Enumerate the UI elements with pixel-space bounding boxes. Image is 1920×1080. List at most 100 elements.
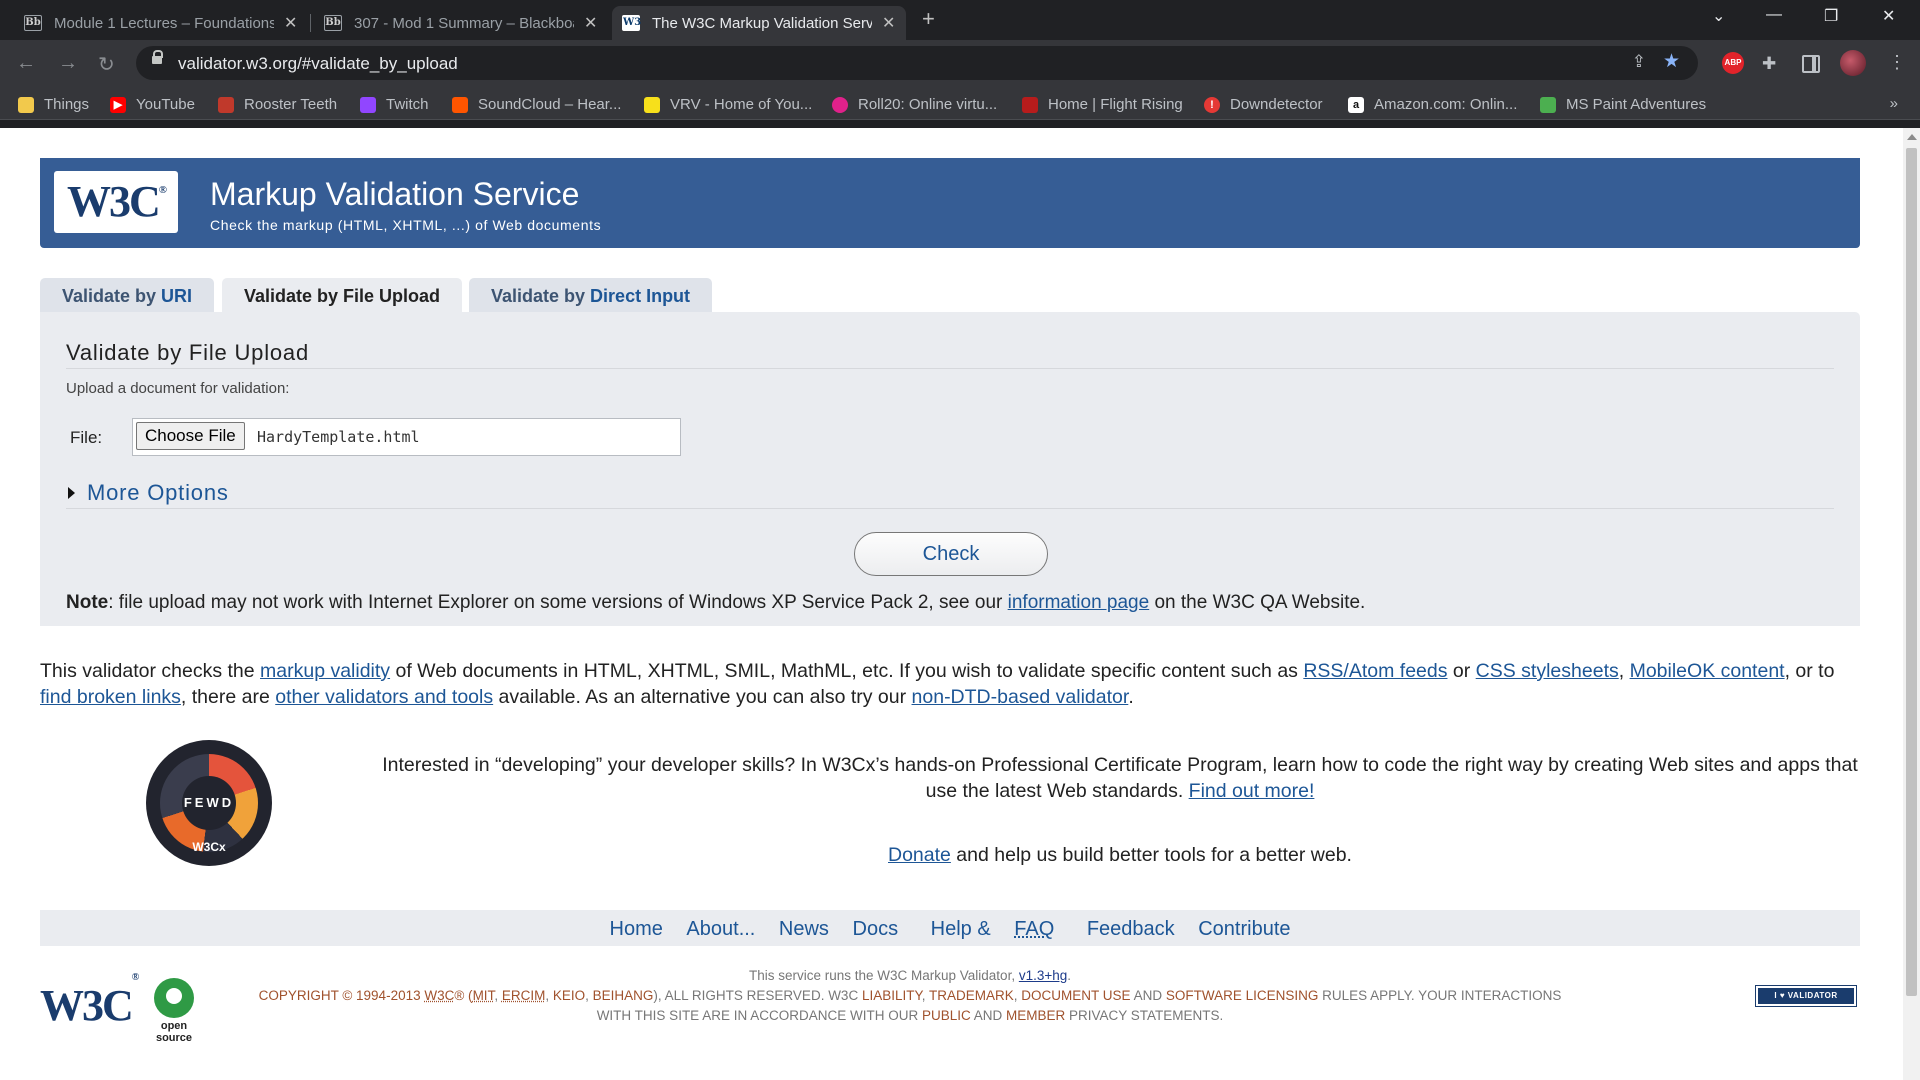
i-love-validator-badge[interactable]: I ♥ VALIDATOR	[1755, 985, 1857, 1007]
mobileok-content-link[interactable]: MobileOK content	[1630, 660, 1785, 682]
footer-link-about[interactable]: About...	[686, 918, 755, 940]
w3cx-promo: FEWD W3Cx Interested in “developing” you…	[40, 740, 1860, 890]
bookmark-ms-paint-adventures[interactable]: MS Paint Adventures	[1540, 96, 1706, 113]
close-window-icon[interactable]: ✕	[1882, 6, 1895, 26]
restore-icon[interactable]: ❐	[1824, 6, 1838, 26]
ercim-link[interactable]: ERCIM	[502, 988, 546, 1003]
beihang-link[interactable]: BEIHANG	[593, 988, 654, 1003]
find-broken-links-link[interactable]: find broken links	[40, 686, 181, 708]
tab-search-icon[interactable]: ⌄	[1712, 6, 1725, 26]
footer-link-docs[interactable]: Docs	[853, 918, 899, 940]
browser-tab-w3c-validator[interactable]: W3 The W3C Markup Validation Service ✕	[612, 6, 906, 40]
page-footer: W3C® open source This service runs the W…	[40, 966, 1860, 1046]
choose-file-button[interactable]: Choose File	[136, 422, 245, 450]
lock-icon[interactable]	[152, 50, 163, 67]
markup-validity-link[interactable]: markup validity	[260, 660, 390, 682]
fewd-badge-icon[interactable]: FEWD W3Cx	[146, 740, 272, 866]
osi-keyhole-icon	[154, 978, 194, 1018]
page-scrollbar[interactable]	[1903, 128, 1920, 1080]
mit-link[interactable]: MIT	[473, 988, 495, 1003]
divider	[66, 368, 1834, 369]
bookmark-things[interactable]: Things	[18, 96, 89, 113]
blackboard-favicon-icon: Bb	[24, 15, 42, 31]
other-validators-link[interactable]: other validators and tools	[275, 686, 493, 708]
tab-validate-by-uri[interactable]: Validate by URI	[40, 278, 215, 312]
software-licensing-link[interactable]: SOFTWARE LICENSING	[1166, 988, 1319, 1003]
share-icon[interactable]: ⇪	[1632, 52, 1646, 72]
footer-text: This service runs the W3C Markup Validat…	[258, 968, 1562, 1023]
tab-title: The W3C Markup Validation Service	[652, 14, 872, 32]
bookmarks-overflow-icon[interactable]: »	[1890, 95, 1898, 112]
check-button[interactable]: Check	[854, 532, 1048, 576]
file-input[interactable]: Choose File HardyTemplate.html	[132, 418, 681, 456]
address-url[interactable]: validator.w3.org/#validate_by_upload	[178, 54, 458, 74]
scrollbar-thumb[interactable]	[1906, 148, 1917, 996]
extensions-puzzle-icon[interactable]: ✚	[1762, 54, 1776, 74]
browser-toolbar: ← → ↻ validator.w3.org/#validate_by_uplo…	[0, 40, 1920, 88]
browser-tab-module1[interactable]: Bb Module 1 Lectures – Foundations ✕	[14, 6, 307, 40]
browser-tabstrip: Bb Module 1 Lectures – Foundations ✕ Bb …	[0, 0, 1920, 40]
browser-menu-icon[interactable]: ⋮	[1888, 52, 1906, 73]
footer-link-feedback[interactable]: Feedback	[1087, 918, 1175, 940]
address-bar[interactable]: validator.w3.org/#validate_by_upload ⇪ ★	[136, 46, 1698, 80]
liability-link[interactable]: LIABILITY	[862, 988, 922, 1003]
donate-link[interactable]: Donate	[888, 844, 951, 866]
file-label: File:	[70, 428, 103, 447]
open-source-logo[interactable]: open source	[144, 978, 204, 1044]
bookmark-flight-rising[interactable]: Home | Flight Rising	[1022, 96, 1183, 113]
mspa-icon	[1540, 96, 1556, 113]
back-icon[interactable]: ←	[16, 52, 36, 75]
w3c-abbr: W3C	[424, 988, 455, 1003]
bookmark-star-icon[interactable]: ★	[1663, 50, 1680, 73]
find-out-more-link[interactable]: Find out more!	[1189, 780, 1315, 802]
css-stylesheets-link[interactable]: CSS stylesheets	[1476, 660, 1619, 682]
divider	[66, 508, 1834, 509]
bookmark-twitch[interactable]: Twitch	[360, 96, 429, 113]
file-upload-panel: Validate by File Upload Upload a documen…	[40, 312, 1860, 626]
tab-title: 307 - Mod 1 Summary – Blackboard	[354, 14, 574, 32]
browser-tab-mod1-summary[interactable]: Bb 307 - Mod 1 Summary – Blackboard ✕	[314, 6, 607, 40]
tab-validate-by-file-upload[interactable]: Validate by File Upload	[222, 278, 463, 312]
profile-avatar[interactable]	[1840, 50, 1866, 76]
donate-line: Donate and help us build better tools fo…	[888, 844, 1352, 866]
rss-atom-feeds-link[interactable]: RSS/Atom feeds	[1303, 660, 1447, 682]
youtube-icon: ▶	[110, 96, 126, 113]
non-dtd-validator-link[interactable]: non-DTD-based validator	[912, 686, 1129, 708]
validator-version-link[interactable]: v1.3+hg	[1019, 968, 1067, 983]
minimize-icon[interactable]: —	[1766, 6, 1782, 24]
bookmark-downdetector[interactable]: ! Downdetector	[1204, 96, 1323, 113]
twitch-icon	[360, 96, 376, 113]
reload-icon[interactable]: ↻	[98, 52, 115, 77]
information-page-link[interactable]: information page	[1008, 592, 1150, 613]
bookmark-amazon[interactable]: a Amazon.com: Onlin...	[1348, 96, 1517, 113]
footer-link-news[interactable]: News	[779, 918, 829, 940]
more-options-toggle[interactable]: More Options	[68, 480, 229, 506]
forward-icon[interactable]: →	[58, 52, 78, 75]
adblock-plus-icon[interactable]: ABP	[1722, 52, 1744, 74]
document-use-link[interactable]: DOCUMENT USE	[1021, 988, 1130, 1003]
w3c-logo[interactable]: W3C®	[54, 171, 178, 233]
bookmark-rooster-teeth[interactable]: Rooster Teeth	[218, 96, 337, 113]
tab-validate-by-direct-input[interactable]: Validate by Direct Input	[469, 278, 713, 312]
close-tab-icon[interactable]: ✕	[584, 13, 597, 33]
scroll-up-icon[interactable]	[1907, 134, 1917, 140]
upload-hint: Upload a document for validation:	[66, 380, 290, 397]
bookmark-soundcloud[interactable]: SoundCloud – Hear...	[452, 96, 621, 113]
bookmark-youtube[interactable]: ▶ YouTube	[110, 96, 195, 113]
public-privacy-link[interactable]: PUBLIC	[922, 1008, 971, 1023]
new-tab-icon[interactable]: +	[922, 6, 935, 32]
page-viewport: W3C® Markup Validation Service Check the…	[0, 128, 1920, 1080]
trademark-link[interactable]: TRADEMARK	[929, 988, 1014, 1003]
side-panel-icon[interactable]	[1802, 55, 1820, 73]
bookmark-vrv[interactable]: VRV - Home of You...	[644, 96, 812, 113]
footer-link-contribute[interactable]: Contribute	[1198, 918, 1290, 940]
footer-w3c-logo[interactable]: W3C®	[40, 972, 139, 1031]
footer-link-home[interactable]: Home	[610, 918, 663, 940]
footer-link-help-faq[interactable]: Help & FAQ	[922, 918, 1064, 940]
member-privacy-link[interactable]: MEMBER	[1006, 1008, 1065, 1023]
keio-link[interactable]: KEIO	[553, 988, 585, 1003]
bookmark-roll20[interactable]: Roll20: Online virtu...	[832, 96, 997, 113]
amazon-icon: a	[1348, 96, 1364, 113]
close-tab-icon[interactable]: ✕	[882, 13, 895, 33]
close-tab-icon[interactable]: ✕	[284, 13, 297, 33]
